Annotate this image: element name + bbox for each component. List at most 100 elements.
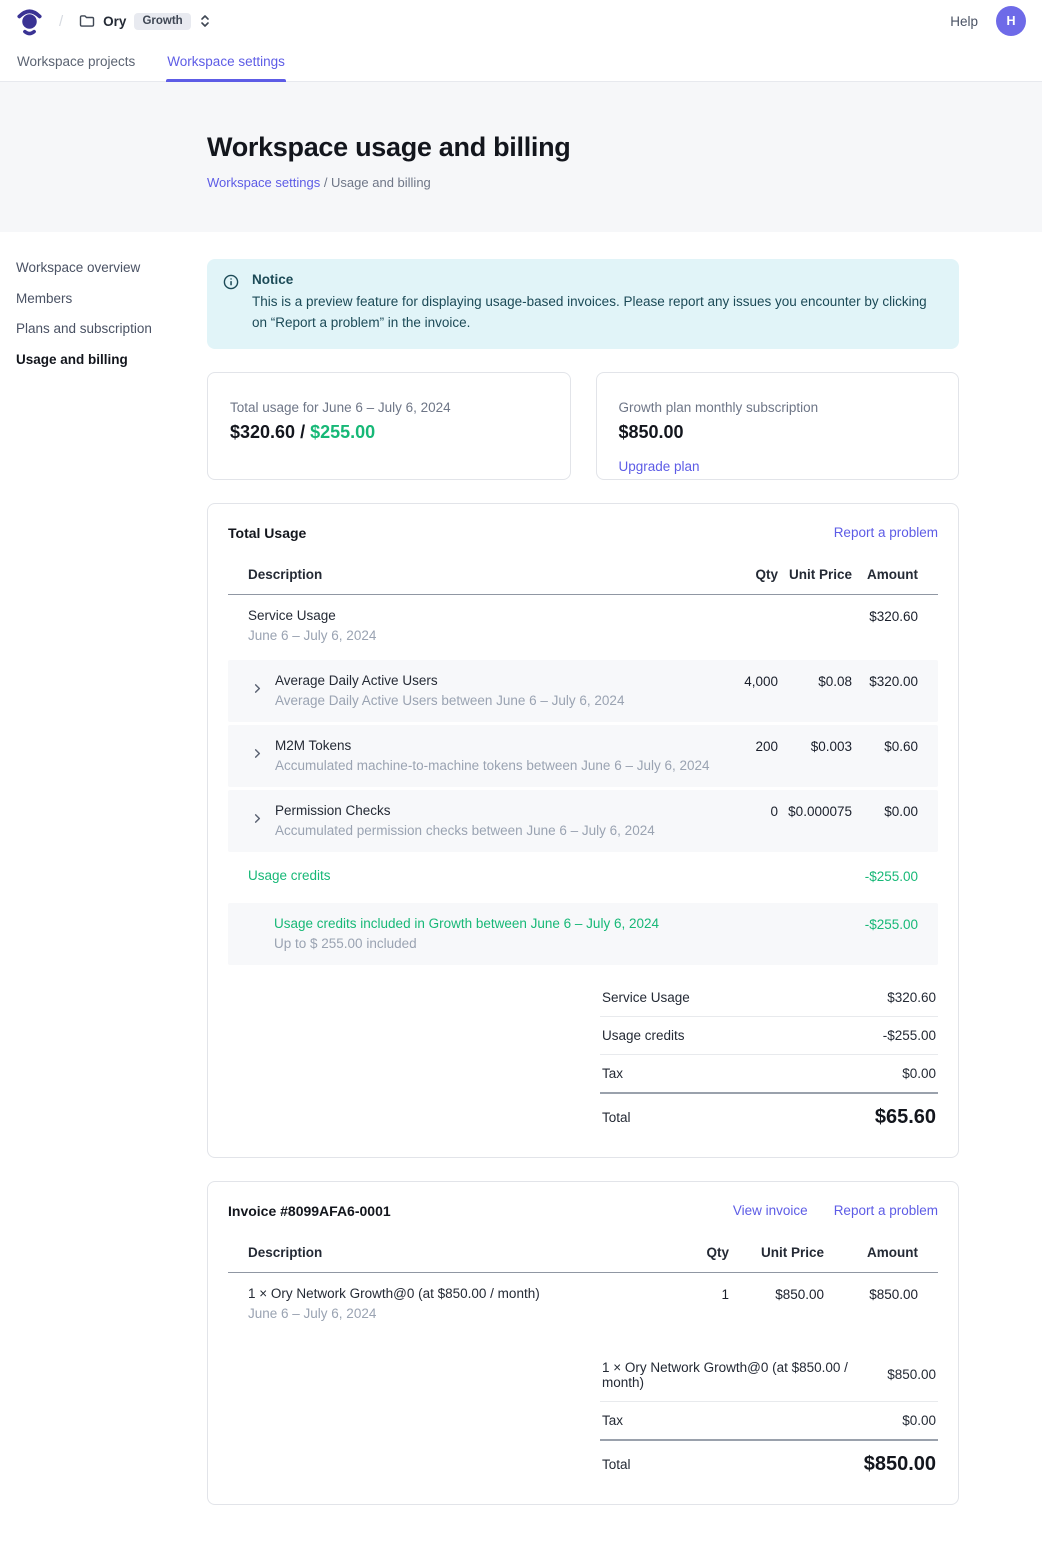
row-amount: $0.60 bbox=[852, 738, 918, 754]
report-a-problem-link[interactable]: Report a problem bbox=[834, 1203, 938, 1218]
upgrade-plan-link[interactable]: Upgrade plan bbox=[619, 459, 700, 474]
help-link[interactable]: Help bbox=[950, 14, 978, 29]
row-subtitle: Accumulated machine-to-machine tokens be… bbox=[275, 758, 718, 773]
row-amount: $320.60 bbox=[852, 608, 918, 624]
invoice-card-title: Invoice #8099AFA6-0001 bbox=[228, 1203, 707, 1219]
tab-workspace-settings[interactable]: Workspace settings bbox=[166, 48, 286, 81]
column-unit-price: Unit Price bbox=[729, 1245, 824, 1260]
sidebar-item-workspace-overview[interactable]: Workspace overview bbox=[16, 259, 197, 277]
summary-label: Service Usage bbox=[602, 990, 690, 1005]
plan-subscription-label: Growth plan monthly subscription bbox=[619, 400, 937, 415]
row-subtitle: Up to $ 255.00 included bbox=[274, 936, 718, 951]
row-qty: 200 bbox=[718, 738, 778, 754]
settings-sidebar: Workspace overview Members Plans and sub… bbox=[0, 232, 207, 381]
breadcrumb-current: / Usage and billing bbox=[320, 175, 431, 190]
total-label: Total bbox=[602, 1110, 631, 1125]
invoice-card: Invoice #8099AFA6-0001 View invoice Repo… bbox=[207, 1181, 959, 1505]
page-header: Workspace usage and billing Workspace se… bbox=[0, 82, 1042, 232]
plan-badge: Growth bbox=[134, 13, 190, 30]
topbar: / Ory Growth Help H bbox=[0, 0, 1042, 42]
sidebar-item-plans-and-subscription[interactable]: Plans and subscription bbox=[16, 320, 197, 338]
total-label: Total bbox=[602, 1457, 631, 1472]
breadcrumb-separator: / bbox=[59, 13, 63, 30]
row-qty: 4,000 bbox=[718, 673, 778, 689]
notice-title: Notice bbox=[252, 272, 943, 287]
column-description: Description bbox=[248, 567, 718, 582]
top-tabs: Workspace projects Workspace settings bbox=[0, 42, 1042, 82]
row-subtitle: Average Daily Active Users between June … bbox=[275, 693, 718, 708]
row-unit-price: $0.08 bbox=[778, 673, 852, 689]
summary-row: Tax $0.00 bbox=[600, 1055, 938, 1094]
ory-logo-icon[interactable] bbox=[16, 7, 43, 36]
summary-row: Usage credits -$255.00 bbox=[600, 1017, 938, 1055]
summary-value: $0.00 bbox=[902, 1066, 936, 1081]
page-title: Workspace usage and billing bbox=[207, 132, 1026, 163]
info-icon bbox=[223, 274, 239, 334]
row-title: Usage credits bbox=[248, 868, 718, 883]
total-usage-period-label: Total usage for June 6 – July 6, 2024 bbox=[230, 400, 548, 415]
total-value: $850.00 bbox=[864, 1453, 936, 1476]
notice-banner: Notice This is a preview feature for dis… bbox=[207, 259, 959, 349]
breadcrumb: Workspace settings / Usage and billing bbox=[207, 175, 1026, 190]
summary-row: Service Usage $320.60 bbox=[600, 979, 938, 1017]
report-a-problem-link[interactable]: Report a problem bbox=[834, 525, 938, 540]
summary-value: $0.00 bbox=[902, 1413, 936, 1428]
table-row: Usage credits included in Growth between… bbox=[228, 903, 938, 965]
invoice-table: Description Qty Unit Price Amount 1 × Or… bbox=[228, 1235, 938, 1480]
expand-row-chevron-icon[interactable] bbox=[248, 745, 266, 763]
summary-value: $320.60 bbox=[887, 990, 936, 1005]
workspace-picker[interactable]: Ory Growth bbox=[79, 13, 211, 30]
chevron-updown-icon[interactable] bbox=[199, 14, 211, 28]
summary-value: $850.00 bbox=[887, 1367, 936, 1382]
summary-label: 1 × Ory Network Growth@0 (at $850.00 / m… bbox=[602, 1360, 887, 1390]
table-row: Average Daily Active Users Average Daily… bbox=[228, 660, 938, 722]
row-title: Permission Checks bbox=[275, 803, 718, 818]
total-usage-summary-card: Total usage for June 6 – July 6, 2024 $3… bbox=[207, 372, 571, 480]
summary-total-row: Total $65.60 bbox=[600, 1094, 938, 1133]
row-title: 1 × Ory Network Growth@0 (at $850.00 / m… bbox=[248, 1286, 669, 1301]
sidebar-item-usage-and-billing[interactable]: Usage and billing bbox=[16, 351, 197, 369]
breadcrumb-workspace-settings-link[interactable]: Workspace settings bbox=[207, 175, 320, 190]
table-row: M2M Tokens Accumulated machine-to-machin… bbox=[228, 725, 938, 787]
row-qty: 0 bbox=[718, 803, 778, 819]
column-description: Description bbox=[248, 1245, 669, 1260]
expand-row-chevron-icon[interactable] bbox=[248, 810, 266, 828]
row-title: Usage credits included in Growth between… bbox=[274, 916, 718, 931]
view-invoice-link[interactable]: View invoice bbox=[733, 1203, 808, 1218]
summary-value: -$255.00 bbox=[883, 1028, 936, 1043]
row-title: Average Daily Active Users bbox=[275, 673, 718, 688]
summary-label: Tax bbox=[602, 1413, 623, 1428]
usage-totals-summary: Service Usage $320.60 Usage credits -$25… bbox=[600, 979, 938, 1133]
table-row: Permission Checks Accumulated permission… bbox=[228, 790, 938, 852]
table-row: 1 × Ory Network Growth@0 (at $850.00 / m… bbox=[228, 1273, 938, 1335]
column-qty: Qty bbox=[718, 567, 778, 582]
usage-table: Description Qty Unit Price Amount Servic… bbox=[228, 557, 938, 1133]
plan-subscription-card: Growth plan monthly subscription $850.00… bbox=[596, 372, 960, 480]
row-subtitle: Accumulated permission checks between Ju… bbox=[275, 823, 718, 838]
summary-row: Tax $0.00 bbox=[600, 1402, 938, 1441]
total-value: $65.60 bbox=[875, 1106, 936, 1129]
column-amount: Amount bbox=[852, 567, 918, 582]
row-unit-price: $0.000075 bbox=[778, 803, 852, 819]
usage-credit-limit-value: $255.00 bbox=[310, 422, 375, 442]
summary-row: 1 × Ory Network Growth@0 (at $850.00 / m… bbox=[600, 1349, 938, 1402]
total-usage-card-title: Total Usage bbox=[228, 525, 808, 541]
invoice-totals-summary: 1 × Ory Network Growth@0 (at $850.00 / m… bbox=[600, 1349, 938, 1480]
expand-row-chevron-icon[interactable] bbox=[248, 680, 266, 698]
row-qty: 1 bbox=[669, 1286, 729, 1302]
tab-workspace-projects[interactable]: Workspace projects bbox=[16, 48, 136, 81]
row-unit-price: $0.003 bbox=[778, 738, 852, 754]
sidebar-item-members[interactable]: Members bbox=[16, 290, 197, 308]
column-qty: Qty bbox=[669, 1245, 729, 1260]
folder-icon bbox=[79, 13, 95, 29]
row-amount: $0.00 bbox=[852, 803, 918, 819]
table-row: Service Usage June 6 – July 6, 2024 $320… bbox=[228, 595, 938, 657]
avatar[interactable]: H bbox=[996, 6, 1026, 36]
main-content: Notice This is a preview feature for dis… bbox=[207, 232, 959, 1545]
column-unit-price: Unit Price bbox=[778, 567, 852, 582]
row-subtitle: June 6 – July 6, 2024 bbox=[248, 1306, 669, 1321]
row-title: M2M Tokens bbox=[275, 738, 718, 753]
summary-label: Usage credits bbox=[602, 1028, 685, 1043]
total-usage-card: Total Usage Report a problem Description… bbox=[207, 503, 959, 1158]
usage-table-header: Description Qty Unit Price Amount bbox=[228, 557, 938, 595]
